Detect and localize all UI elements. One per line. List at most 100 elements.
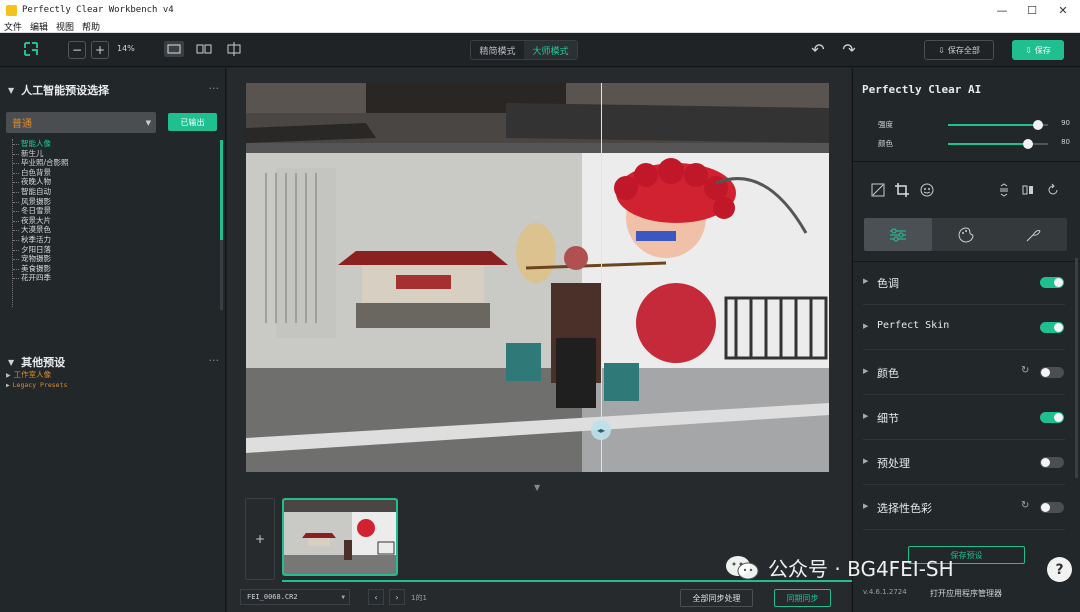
close-button[interactable]: ✕ xyxy=(1046,0,1080,20)
detail-toggle[interactable] xyxy=(1040,412,1064,423)
preset-item[interactable]: 智能人像 xyxy=(12,139,217,149)
app-logo-icon xyxy=(22,40,40,58)
split-view-icon[interactable] xyxy=(224,41,244,57)
chevron-down-icon: ▼ xyxy=(145,118,151,127)
color-slider[interactable]: 颜色 80 xyxy=(878,138,1073,150)
slider-knob[interactable] xyxy=(1033,120,1043,130)
master-mode-tab[interactable]: 大师模式 xyxy=(524,41,577,59)
adjustment-label: Perfect Skin xyxy=(877,320,950,331)
save-all-button[interactable]: ⇩ 保存全部 xyxy=(924,40,994,60)
curves-icon[interactable] xyxy=(871,183,885,200)
preset-item[interactable]: 夜晚人物 xyxy=(12,177,217,187)
other-presets-header[interactable]: ▼ 其他预设 xyxy=(8,354,65,370)
more-options-icon[interactable]: ··· xyxy=(209,82,220,95)
reset-icon[interactable]: ↻ xyxy=(1021,365,1029,376)
photo-preview[interactable]: ◂▸ xyxy=(246,83,829,472)
sliders-tab-icon[interactable] xyxy=(864,218,932,251)
expand-triangle-icon: ▶ xyxy=(863,322,869,330)
preset-item[interactable]: 白色背景 xyxy=(12,168,217,178)
preset-dropdown[interactable]: 普通 ▼ xyxy=(6,112,156,133)
sync-all-button[interactable]: 全部同步处理 xyxy=(680,589,753,607)
preset-item[interactable]: 风景摄影 xyxy=(12,197,217,207)
preset-item[interactable]: 美食摄影 xyxy=(12,264,217,274)
rotate-icon[interactable] xyxy=(1046,183,1060,200)
other-presets-title: 其他预设 xyxy=(21,356,66,369)
zoom-out-button[interactable]: − xyxy=(68,41,86,59)
collapse-filmstrip-icon[interactable]: ▼ xyxy=(534,483,540,492)
sync-button[interactable]: 同期同步 xyxy=(774,589,831,607)
crop-icon[interactable] xyxy=(895,183,909,200)
strength-slider[interactable]: 强度 90 xyxy=(878,119,1073,131)
slider-knob[interactable] xyxy=(1023,139,1033,149)
ai-presets-header[interactable]: ▼ 人工智能预设选择 xyxy=(8,82,109,98)
menu-view[interactable]: 视图 xyxy=(56,20,74,33)
preset-tree: 智能人像 新生儿 毕业照/合影照 白色背景 夜晚人物 智能自动 风景摄影 冬日雪… xyxy=(12,139,217,283)
face-icon[interactable] xyxy=(920,183,934,200)
thumbnail[interactable] xyxy=(282,498,398,576)
help-button[interactable]: ? xyxy=(1047,557,1072,582)
adjustment-tone[interactable]: ▶ 色调 xyxy=(863,261,1065,305)
add-image-button[interactable]: + xyxy=(245,498,275,580)
preset-item[interactable]: 大漠景色 xyxy=(12,225,217,235)
preset-item[interactable]: 花开四季 xyxy=(12,273,217,283)
undo-icon[interactable]: ↶ xyxy=(808,39,828,59)
flip-horizontal-icon[interactable] xyxy=(1021,183,1035,200)
adjustment-tabs xyxy=(864,218,1067,251)
file-dropdown[interactable]: FEI_0068.CR2 ▼ xyxy=(240,589,350,605)
adjustment-selective-color[interactable]: ▶ 选择性色彩 ↻ xyxy=(863,486,1065,530)
flip-vertical-icon[interactable] xyxy=(997,183,1011,200)
redo-icon[interactable]: ↷ xyxy=(839,39,859,59)
slider-label: 强度 xyxy=(878,120,893,129)
save-button[interactable]: ⇩ 保存 xyxy=(1012,40,1064,60)
preset-item[interactable]: 新生儿 xyxy=(12,149,217,159)
prev-image-button[interactable]: ‹ xyxy=(368,589,384,605)
preprocess-toggle[interactable] xyxy=(1040,457,1064,468)
preset-action-button[interactable]: 已输出 xyxy=(168,113,217,131)
effects-tab-icon[interactable] xyxy=(999,218,1067,251)
preset-item[interactable]: 秋季活力 xyxy=(12,235,217,245)
preset-scrollbar[interactable] xyxy=(220,140,223,310)
open-manager-link[interactable]: 打开应用程序管理器 xyxy=(930,588,1002,599)
chevron-down-icon: ▼ xyxy=(341,593,345,601)
color-toggle[interactable] xyxy=(1040,367,1064,378)
slider-track[interactable] xyxy=(948,139,1048,149)
other-preset-item[interactable]: ▶ 工作室人像 xyxy=(6,369,51,380)
slider-label: 颜色 xyxy=(878,139,893,148)
preset-item[interactable]: 宠物摄影 xyxy=(12,254,217,264)
preset-item[interactable]: 夜景大片 xyxy=(12,216,217,226)
split-divider[interactable] xyxy=(601,83,602,472)
slider-track[interactable] xyxy=(948,120,1048,130)
minimize-button[interactable]: — xyxy=(985,0,1019,20)
save-all-label: 保存全部 xyxy=(947,45,980,55)
preset-item[interactable]: 智能自动 xyxy=(12,187,217,197)
panel-title: Perfectly Clear AI xyxy=(862,83,982,96)
reset-icon[interactable]: ↻ xyxy=(1021,500,1029,511)
menu-file[interactable]: 文件 xyxy=(4,20,22,33)
preset-item[interactable]: 毕业照/合影照 xyxy=(12,158,217,168)
simple-mode-tab[interactable]: 精简模式 xyxy=(471,41,524,59)
adjustment-color[interactable]: ▶ 颜色 ↻ xyxy=(863,351,1065,395)
more-options-icon[interactable]: ··· xyxy=(209,354,220,367)
adjustments-scrollbar[interactable] xyxy=(1075,258,1078,478)
menu-edit[interactable]: 编辑 xyxy=(30,20,48,33)
side-by-side-icon[interactable] xyxy=(194,41,214,57)
expand-triangle-icon: ▶ xyxy=(863,457,869,465)
split-handle-icon[interactable]: ◂▸ xyxy=(591,420,611,440)
preset-item[interactable]: 冬日雪景 xyxy=(12,206,217,216)
expand-triangle-icon: ▶ xyxy=(863,367,869,375)
maximize-button[interactable]: ☐ xyxy=(1015,0,1049,20)
next-image-button[interactable]: › xyxy=(389,589,405,605)
adjustment-preprocess[interactable]: ▶ 预处理 xyxy=(863,441,1065,485)
other-preset-item[interactable]: ▶ Legacy Presets xyxy=(6,381,67,389)
menu-help[interactable]: 帮助 xyxy=(82,20,100,33)
zoom-in-button[interactable]: + xyxy=(91,41,109,59)
single-view-icon[interactable] xyxy=(164,41,184,57)
palette-tab-icon[interactable] xyxy=(932,218,1000,251)
photo-image xyxy=(246,83,829,472)
adjustment-perfect-skin[interactable]: ▶ Perfect Skin xyxy=(863,306,1065,350)
preset-item[interactable]: 夕阳日落 xyxy=(12,245,217,255)
perfect-skin-toggle[interactable] xyxy=(1040,322,1064,333)
selective-color-toggle[interactable] xyxy=(1040,502,1064,513)
adjustment-detail[interactable]: ▶ 细节 xyxy=(863,396,1065,440)
tone-toggle[interactable] xyxy=(1040,277,1064,288)
